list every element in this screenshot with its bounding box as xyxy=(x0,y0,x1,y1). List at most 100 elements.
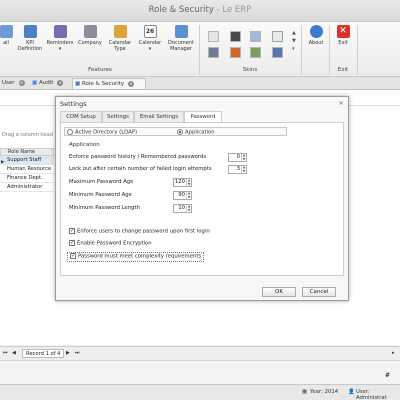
skin-swatch-8[interactable] xyxy=(272,47,283,58)
max-password-age-value: 120 xyxy=(174,179,185,185)
skin-swatch-7[interactable] xyxy=(250,47,261,58)
tab-user-label: User xyxy=(2,80,15,86)
cell-role-name: Administrator xyxy=(7,184,43,190)
company-icon xyxy=(83,25,97,38)
radio-application[interactable]: Application xyxy=(177,129,215,137)
exit-button[interactable]: ✕ Exit xyxy=(332,25,354,46)
table-row[interactable]: ▶ Support Staff xyxy=(0,156,54,165)
radio-active-directory-label: Active Directory (LDAP) xyxy=(75,129,138,136)
status-user: User: Administrat xyxy=(356,389,387,400)
lockout-attempts-stepper[interactable]: 3 ▲ ▼ xyxy=(228,165,247,174)
reminders-button[interactable]: Reminders ▾ xyxy=(46,25,74,52)
about-button[interactable]: About xyxy=(304,25,328,46)
kpi-definition-button[interactable]: KPI Definition xyxy=(16,25,44,52)
ok-button[interactable]: OK xyxy=(262,287,296,297)
tab-email-settings[interactable]: Email Settings xyxy=(134,111,184,122)
next-record-icon[interactable]: ▶ xyxy=(66,350,70,356)
tab-user[interactable]: User ✕ xyxy=(0,78,28,89)
min-password-length-value: 10 xyxy=(178,205,185,211)
about-label: About xyxy=(308,40,324,46)
min-password-length-stepper[interactable]: 10 ▲ ▼ xyxy=(173,204,192,213)
document-icon xyxy=(174,25,188,38)
close-icon[interactable]: × xyxy=(339,99,344,107)
prev-record-icon[interactable]: ◀ xyxy=(12,350,16,356)
min-password-age-stepper[interactable]: 90 ▲ ▼ xyxy=(173,191,192,200)
checkbox-complexity-requirements[interactable]: ✓ Password must meet complexity requireme… xyxy=(67,252,205,262)
password-panel: Active Directory (LDAP) Application Appl… xyxy=(60,122,344,276)
checkbox-encryption-label: Enable Password Encryption xyxy=(77,240,152,247)
tab-audit[interactable]: ■ Audit ✕ xyxy=(30,78,70,89)
last-record-icon[interactable]: ⏭ xyxy=(75,350,80,356)
cell-role-name: Support Staff xyxy=(7,157,42,163)
tab-role-security[interactable]: ■ Role & Security ✕ xyxy=(72,78,146,89)
checkmark-icon: ✓ xyxy=(70,253,76,259)
hash-label: # xyxy=(384,372,390,379)
group-by-hint: Drag a column head xyxy=(2,132,53,138)
password-history-stepper[interactable]: 0 ▲ ▼ xyxy=(228,153,247,162)
spin-arrows-icon[interactable]: ▲ ▼ xyxy=(186,178,191,186)
cancel-button[interactable]: Cancel xyxy=(302,287,336,297)
section-application: Application xyxy=(69,142,100,148)
bell-icon xyxy=(53,25,67,38)
skins-scroll[interactable]: ▲ ▼ ▾ xyxy=(292,29,296,53)
auth-mode-group: Active Directory (LDAP) Application xyxy=(64,127,287,136)
column-header-role-name[interactable]: Role Name xyxy=(0,148,54,156)
record-navigator: ⏮ ◀ Record 1 of 4 ▶ ⏭ ▸ xyxy=(0,346,400,360)
company-button[interactable]: Company xyxy=(77,25,103,46)
spin-arrows-icon[interactable]: ▲ ▼ xyxy=(186,204,191,212)
email-button[interactable]: ail xyxy=(0,25,16,46)
scroll-right-icon[interactable]: ▸ xyxy=(392,350,395,356)
spin-arrows-icon[interactable]: ▲ ▼ xyxy=(186,191,191,199)
skin-swatch-5[interactable] xyxy=(208,47,219,58)
ribbon-separator xyxy=(199,25,200,75)
tab-com-setup[interactable]: COM Setup xyxy=(60,111,102,122)
status-bar: ▦ Year: 2014 👤 User: Administrat xyxy=(0,384,400,400)
document-manager-button[interactable]: Document Manager xyxy=(166,25,196,52)
skin-swatch-3[interactable] xyxy=(250,31,261,42)
kpi-icon xyxy=(23,25,37,38)
company-label: Company xyxy=(78,40,102,46)
window-title: Role & Security - Le ERP xyxy=(148,5,252,15)
reminders-label: Reminders ▾ xyxy=(46,40,74,52)
checkmark-icon: ✓ xyxy=(69,228,75,234)
close-icon[interactable]: ✕ xyxy=(128,80,135,87)
settings-dialog: Settings × COM Setup Settings Email Sett… xyxy=(55,96,349,301)
field-label-max-age: Maximum Password Age xyxy=(69,179,134,185)
max-password-age-stepper[interactable]: 120 ▲ ▼ xyxy=(173,178,192,187)
tab-role-security-label: Role & Security xyxy=(81,81,125,87)
role-icon: ■ xyxy=(75,81,81,87)
window-title-bar: Role & Security - Le ERP xyxy=(0,0,400,22)
tab-password[interactable]: Password xyxy=(184,111,222,122)
spin-arrows-icon[interactable]: ▲ ▼ xyxy=(241,153,246,161)
ribbon-separator xyxy=(301,25,302,75)
spin-arrows-icon[interactable]: ▲ ▼ xyxy=(241,165,246,173)
email-icon xyxy=(0,25,13,38)
skin-swatch-6[interactable] xyxy=(230,47,241,58)
skin-swatch-1[interactable] xyxy=(208,31,219,42)
close-icon[interactable]: ✕ xyxy=(18,79,25,86)
table-row[interactable]: Human Resource xyxy=(0,165,54,174)
radio-icon xyxy=(67,129,73,135)
checkbox-password-encryption[interactable]: ✓ Enable Password Encryption xyxy=(69,240,152,248)
min-password-age-value: 90 xyxy=(178,192,185,198)
document-manager-label: Document Manager xyxy=(168,40,194,52)
checkbox-force-change-first-login[interactable]: ✓ Enforce users to change password upon f… xyxy=(69,228,210,236)
radio-icon xyxy=(177,129,183,135)
field-label-min-length: Minimum Password Length xyxy=(69,205,140,211)
calendar-button[interactable]: 26 Calendar ▾ xyxy=(136,25,164,52)
calendar-icon: 26 xyxy=(143,25,157,38)
skin-swatch-2[interactable] xyxy=(230,31,241,42)
first-record-icon[interactable]: ⏮ xyxy=(3,350,8,356)
group-label-skins: Skins xyxy=(242,67,258,73)
table-row[interactable]: Finance Dept. xyxy=(0,174,54,183)
tab-settings[interactable]: Settings xyxy=(102,111,134,122)
radio-active-directory[interactable]: Active Directory (LDAP) xyxy=(67,129,137,137)
tab-audit-label: Audit xyxy=(38,80,54,86)
ribbon-separator xyxy=(357,25,358,75)
table-row[interactable]: Administrator xyxy=(0,183,54,192)
cell-role-name: Human Resource xyxy=(7,166,52,172)
field-label-lockout: Lock out after certain number of failed … xyxy=(69,166,212,172)
calendar-type-button[interactable]: Calendar Type xyxy=(107,25,133,52)
skin-swatch-4[interactable] xyxy=(272,31,283,42)
close-icon[interactable]: ✕ xyxy=(57,79,64,86)
